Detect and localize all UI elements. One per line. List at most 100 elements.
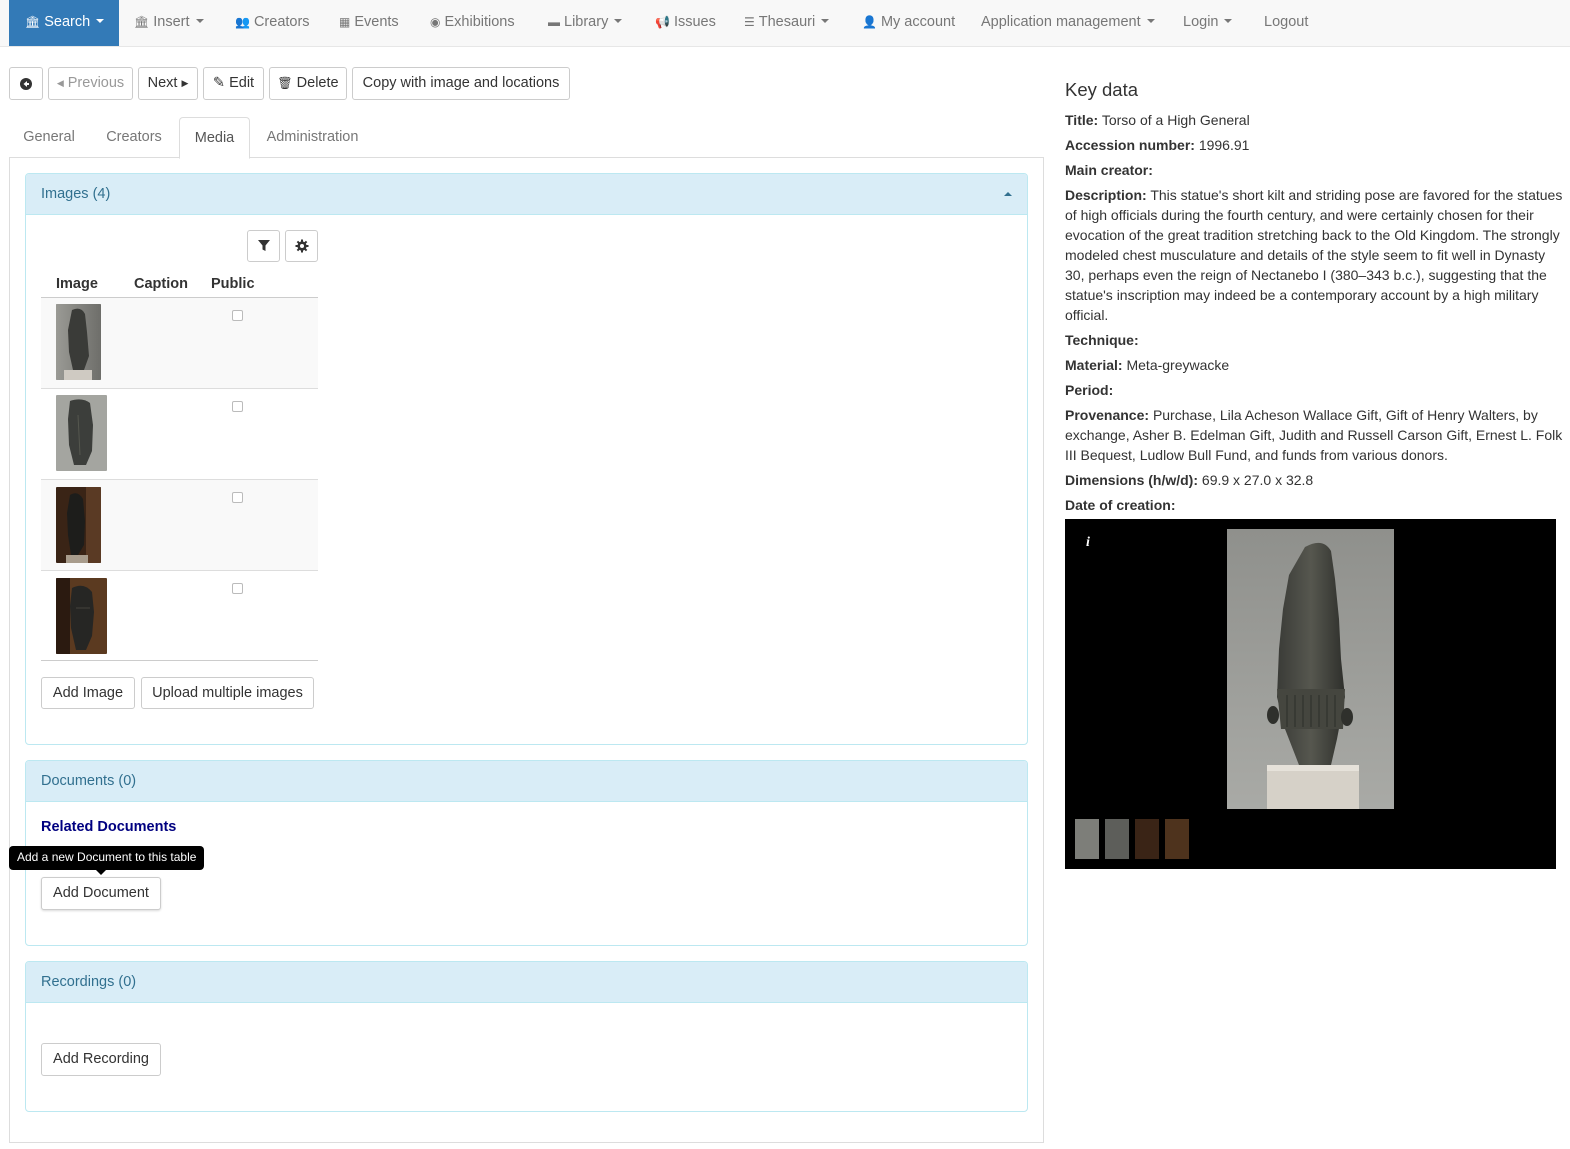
delete-button[interactable]: 🗑 Delete [269,67,347,100]
tab-general-label: General [23,129,75,145]
upload-multiple-images-button[interactable]: Upload multiple images [141,677,314,709]
viewer-thumbnail[interactable] [1075,819,1099,859]
nav-thesauri-label: Thesauri [758,14,816,30]
viewer-thumbnail[interactable] [1165,819,1189,859]
recordings-panel-heading[interactable]: Recordings (0) [26,962,1027,1003]
back-button[interactable] [9,67,43,100]
chevron-left-icon: ◀ [56,78,64,88]
key-data-date-of-creation: Date of creation: [1065,497,1176,513]
tooltip-arrow [96,870,106,875]
viewer-thumbnail[interactable] [1135,819,1159,859]
table-bottom-divider [41,660,318,661]
add-document-button[interactable]: Add Document [41,877,161,910]
material-label: Material [1065,357,1118,373]
chevron-up-icon[interactable] [1004,192,1012,196]
documents-panel-heading[interactable]: Documents (0) [26,761,1027,802]
nav-creators-label: Creators [253,14,310,30]
key-data-description: Description: This statue's short kilt an… [1065,187,1563,323]
accession-value: 1996.91 [1198,137,1250,153]
column-header-public: Public [211,276,255,292]
tab-creators[interactable]: Creators [95,117,173,158]
user-icon: 👤 [862,15,877,29]
eye-icon: ◉ [430,15,441,29]
calendar-icon: ▦ [339,15,351,29]
dimensions-value: 69.9 x 27.0 x 32.8 [1201,472,1314,488]
add-recording-button[interactable]: Add Recording [41,1043,161,1076]
users-icon: 👥 [235,15,250,29]
bullhorn-icon: 📢 [655,15,670,29]
tab-creators-label: Creators [106,129,162,145]
images-panel-title: Images (4) [41,186,111,202]
column-header-caption: Caption [134,276,188,292]
key-data-technique: Technique: [1065,332,1139,348]
public-checkbox[interactable] [232,583,243,594]
back-circle-icon [20,78,32,90]
documents-panel-title: Documents (0) [41,773,137,789]
public-checkbox[interactable] [232,401,243,412]
image-thumbnail[interactable] [56,395,107,471]
nav-thesauri[interactable]: ☰ Thesauri [744,0,830,46]
filter-icon [258,240,270,251]
image-thumbnail[interactable] [56,578,107,654]
info-icon[interactable]: i [1086,535,1090,551]
delete-label: Delete [296,75,339,91]
material-value: Meta-greywacke [1126,357,1230,373]
edit-button[interactable]: ✎ Edit [203,67,264,100]
title-label: Title [1065,112,1094,128]
nav-login[interactable]: Login [1183,0,1233,46]
recordings-panel-title: Recordings (0) [41,974,137,990]
recordings-panel: Recordings (0) [25,961,1028,1112]
main-image[interactable] [1227,529,1394,809]
nav-search[interactable]: 🏛 Search [9,0,119,46]
nav-logout[interactable]: Logout [1264,0,1308,46]
bank-icon: 🏛 [134,15,150,29]
edit-label: Edit [229,75,255,91]
public-checkbox[interactable] [232,492,243,503]
key-data-heading: Key data [1065,79,1139,100]
nav-search-label: Search [44,14,91,30]
tab-administration[interactable]: Administration [256,117,369,158]
add-image-label: Add Image [52,685,124,701]
accession-label: Accession number [1065,137,1191,153]
chevron-down-icon [96,19,105,23]
nav-insert[interactable]: 🏛 Insert [134,0,204,46]
nav-insert-label: Insert [153,14,190,30]
chevron-down-icon [195,19,204,23]
image-thumbnail[interactable] [56,487,101,563]
chevron-down-icon [821,19,830,23]
filter-button[interactable] [247,230,280,262]
nav-my-account[interactable]: 👤 My account [862,0,955,46]
settings-button[interactable] [285,230,318,262]
key-data-main-creator: Main creator: [1065,162,1153,178]
image-thumbnail[interactable] [56,304,101,380]
provenance-label: Provenance [1065,407,1145,423]
tab-media[interactable]: Media [179,117,250,159]
copy-with-image-button[interactable]: Copy with image and locations [352,67,570,100]
key-data-provenance: Provenance: Purchase, Lila Acheson Walla… [1065,407,1563,463]
next-button[interactable]: Next ▶ [138,67,198,100]
pencil-icon: ✎ [212,75,226,91]
chevron-down-icon [1224,19,1233,23]
copy-label: Copy with image and locations [362,75,560,91]
archive-icon: ▬ [548,15,560,29]
nav-exhibitions[interactable]: ◉ Exhibitions [430,0,515,46]
public-checkbox[interactable] [232,310,243,321]
image-viewer[interactable]: i [1065,519,1556,869]
add-image-button[interactable]: Add Image [41,677,135,709]
nav-library[interactable]: ▬ Library [548,0,623,46]
nav-creators[interactable]: 👥 Creators [235,0,310,46]
technique-label: Technique [1065,332,1134,348]
nav-application-management[interactable]: Application management [981,0,1155,46]
next-label: Next [147,75,178,91]
nav-issues[interactable]: 📢 Issues [655,0,716,46]
nav-logout-label: Logout [1264,14,1309,30]
date-label: Date of creation [1065,497,1171,513]
images-panel-heading[interactable]: Images (4) [26,174,1027,215]
top-navbar: 🏛 Search 🏛 Insert 👥 Creators ▦ Events ◉ Exhib… [0,0,1570,47]
previous-button[interactable]: ◀ Previous [48,67,133,100]
viewer-thumbnail[interactable] [1105,819,1129,859]
tab-general[interactable]: General [9,117,89,158]
nav-exhibitions-label: Exhibitions [444,14,515,30]
chevron-right-icon: ▶ [181,78,189,88]
nav-events[interactable]: ▦ Events [339,0,399,46]
